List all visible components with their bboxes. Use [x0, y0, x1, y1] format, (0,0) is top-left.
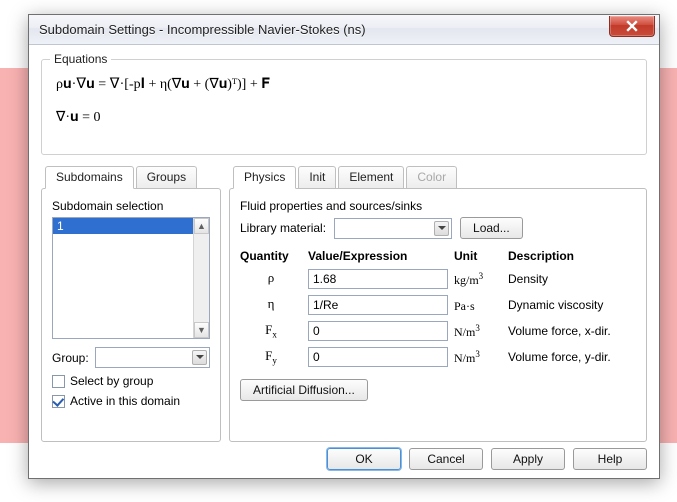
unit-eta: Pa·s — [454, 297, 502, 314]
quantity-fx: Fx — [240, 322, 302, 340]
unit-rho: kg/m3 — [454, 271, 502, 288]
select-by-group-checkbox[interactable]: Select by group — [52, 374, 210, 388]
physics-subtitle: Fluid properties and sources/sinks — [240, 199, 636, 213]
subdomain-settings-dialog: Subdomain Settings - Incompressible Navi… — [28, 14, 660, 479]
subdomain-selection-label: Subdomain selection — [52, 199, 210, 213]
group-label: Group: — [52, 351, 89, 365]
dialog-footer: OK Cancel Apply Help — [41, 442, 647, 470]
chevron-down-icon — [434, 221, 449, 236]
tab-color: Color — [406, 166, 457, 189]
panels-row: Subdomains Groups Subdomain selection 1 … — [41, 165, 647, 442]
subdomain-listbox[interactable]: 1 ▲ ▼ — [52, 217, 210, 339]
group-row: Group: — [52, 347, 210, 368]
apply-button[interactable]: Apply — [491, 448, 565, 470]
titlebar[interactable]: Subdomain Settings - Incompressible Navi… — [29, 15, 659, 45]
left-tabrow: Subdomains Groups — [45, 165, 221, 188]
active-in-domain-checkbox[interactable]: Active in this domain — [52, 394, 210, 408]
unit-fx: N/m3 — [454, 323, 502, 340]
input-fx[interactable] — [308, 321, 448, 341]
quantity-fy: Fy — [240, 348, 302, 366]
active-in-domain-label: Active in this domain — [70, 394, 180, 408]
library-material-row: Library material: Load... — [240, 217, 636, 239]
properties-grid: Quantity Value/Expression Unit Descripti… — [240, 249, 636, 367]
equations-group: Equations ρ𝐮·∇𝐮 = ∇·[-p𝐈 + η(∇𝐮 + (∇𝐮)ᵀ)… — [41, 59, 647, 155]
input-fy[interactable] — [308, 347, 448, 367]
tab-init[interactable]: Init — [298, 166, 336, 189]
unit-fy: N/m3 — [454, 349, 502, 366]
tab-groups[interactable]: Groups — [136, 166, 197, 189]
scroll-up-icon[interactable]: ▲ — [194, 218, 209, 234]
header-quantity: Quantity — [240, 249, 302, 263]
desc-rho: Density — [508, 272, 636, 286]
desc-fy: Volume force, y-dir. — [508, 350, 636, 364]
tab-element[interactable]: Element — [338, 166, 404, 189]
close-icon — [626, 20, 638, 32]
list-item[interactable]: 1 — [53, 218, 209, 234]
header-description: Description — [508, 249, 636, 263]
cancel-button[interactable]: Cancel — [409, 448, 483, 470]
close-button[interactable] — [609, 16, 655, 37]
help-button[interactable]: Help — [573, 448, 647, 470]
chevron-down-icon — [192, 350, 207, 365]
desc-fx: Volume force, x-dir. — [508, 324, 636, 338]
library-material-label: Library material: — [240, 221, 326, 235]
left-tab-body: Subdomain selection 1 ▲ ▼ Group: — [41, 188, 221, 442]
header-value: Value/Expression — [308, 249, 448, 263]
load-button[interactable]: Load... — [460, 217, 523, 239]
input-eta[interactable] — [308, 295, 448, 315]
library-material-combo[interactable] — [334, 218, 452, 239]
checkbox-icon — [52, 375, 65, 388]
right-tab-body: Fluid properties and sources/sinks Libra… — [229, 188, 647, 442]
tab-physics[interactable]: Physics — [233, 166, 296, 189]
checkbox-checked-icon — [52, 395, 65, 408]
header-unit: Unit — [454, 249, 502, 263]
dialog-content: Equations ρ𝐮·∇𝐮 = ∇·[-p𝐈 + η(∇𝐮 + (∇𝐮)ᵀ)… — [29, 45, 659, 478]
equation-momentum: ρ𝐮·∇𝐮 = ∇·[-p𝐈 + η(∇𝐮 + (∇𝐮)ᵀ)] + 𝐅 — [56, 76, 634, 93]
listbox-scrollbar[interactable]: ▲ ▼ — [193, 218, 209, 338]
quantity-rho: ρ — [240, 270, 302, 288]
select-by-group-label: Select by group — [70, 374, 153, 388]
desc-eta: Dynamic viscosity — [508, 298, 636, 312]
scroll-down-icon[interactable]: ▼ — [194, 322, 209, 338]
ok-button[interactable]: OK — [327, 448, 401, 470]
group-combo[interactable] — [95, 347, 210, 368]
right-tabrow: Physics Init Element Color — [233, 165, 647, 188]
artificial-diffusion-button[interactable]: Artificial Diffusion... — [240, 379, 368, 401]
equation-continuity: ∇·𝐮 = 0 — [56, 109, 634, 126]
quantity-eta: η — [240, 296, 302, 314]
tab-subdomains[interactable]: Subdomains — [45, 166, 134, 189]
window-title: Subdomain Settings - Incompressible Navi… — [39, 22, 366, 37]
right-panel: Physics Init Element Color Fluid propert… — [229, 165, 647, 442]
equations-legend: Equations — [50, 52, 111, 66]
input-rho[interactable] — [308, 269, 448, 289]
left-panel: Subdomains Groups Subdomain selection 1 … — [41, 165, 221, 442]
